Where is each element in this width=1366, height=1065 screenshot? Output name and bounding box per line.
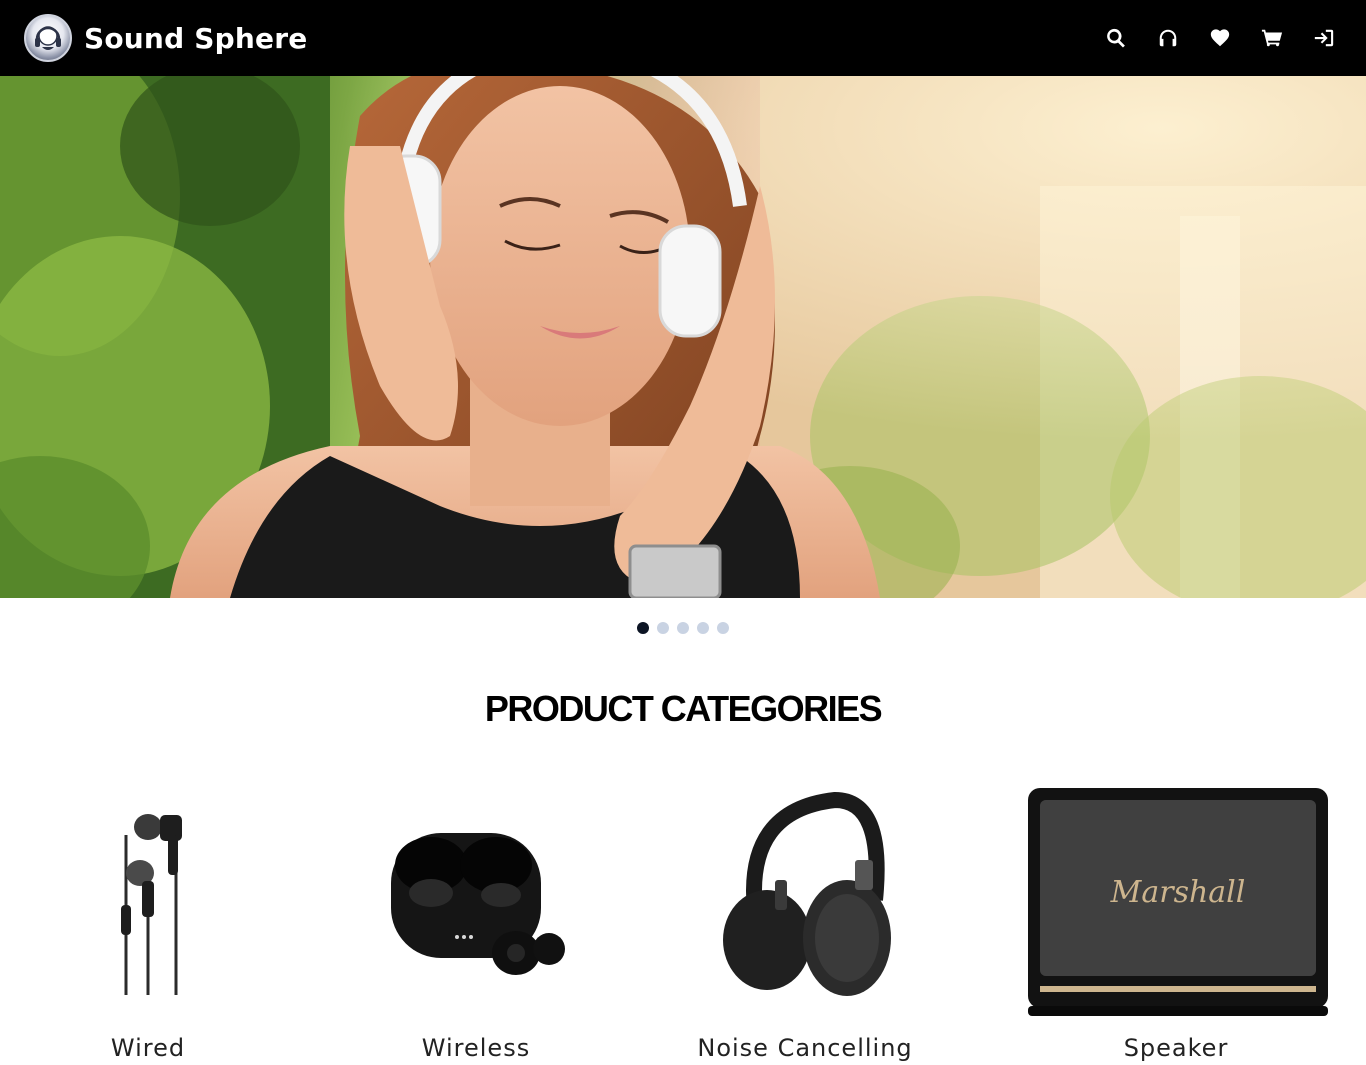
category-speaker[interactable]: Marshall Speaker [1014, 780, 1338, 1062]
wired-earphones-image [72, 780, 224, 1020]
carousel-dot-2[interactable] [657, 622, 669, 634]
category-label: Wireless [421, 1034, 531, 1062]
hero-banner-image [0, 76, 1366, 598]
headphones-icon[interactable] [1142, 16, 1194, 60]
over-ear-headphones-image [700, 780, 910, 1020]
cart-icon[interactable] [1246, 16, 1298, 60]
brand-name: Sound Sphere [84, 21, 308, 55]
headphones-logo-icon [24, 14, 72, 62]
category-wireless[interactable]: Wireless [376, 780, 576, 1062]
category-label: Noise Cancelling [697, 1034, 913, 1062]
navbar: Sound Sphere [0, 0, 1366, 76]
category-label: Speaker [1123, 1034, 1229, 1062]
section-title: PRODUCT CATEGORIES [484, 688, 883, 729]
carousel-dot-4[interactable] [697, 622, 709, 634]
carousel-indicators [0, 620, 1366, 636]
category-noise-cancelling[interactable]: Noise Cancelling [697, 780, 913, 1062]
category-wired[interactable]: Wired [72, 780, 224, 1062]
speaker-brand-logo: Marshall [1110, 875, 1246, 910]
category-label: Wired [110, 1034, 186, 1062]
marshall-speaker-image: Marshall [1014, 780, 1338, 1020]
heart-icon[interactable] [1194, 16, 1246, 60]
carousel-dot-3[interactable] [677, 622, 689, 634]
search-icon[interactable] [1090, 16, 1142, 60]
wireless-earbuds-image [376, 780, 576, 1020]
brand-home-link[interactable]: Sound Sphere [24, 14, 307, 62]
carousel-dot-5[interactable] [717, 622, 729, 634]
carousel-dot-1[interactable] [637, 622, 649, 634]
sign-in-icon[interactable] [1298, 16, 1350, 60]
nav-icons [1090, 0, 1350, 76]
